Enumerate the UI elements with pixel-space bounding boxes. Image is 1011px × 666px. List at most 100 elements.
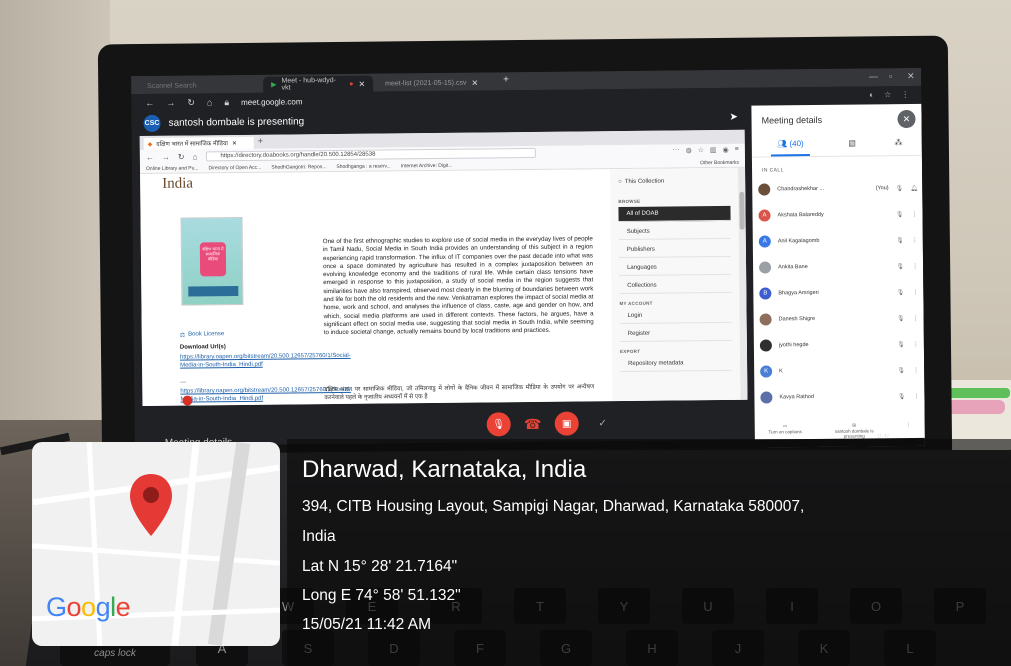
tab-people[interactable]: 👥︎ (40) bbox=[771, 139, 810, 157]
menu-dots-icon[interactable]: ⋮ bbox=[901, 90, 909, 99]
participant-more-icon[interactable]: ⋮ bbox=[911, 262, 919, 269]
close-window-icon[interactable]: ✕ bbox=[907, 71, 915, 82]
map-thumbnail[interactable]: Google bbox=[32, 442, 280, 646]
new-tab-icon[interactable]: + bbox=[258, 136, 263, 146]
participant-mic-off-icon: 🎙︎ bbox=[897, 393, 906, 400]
participant-row[interactable]: B Bhagya Amrigeri 🎙︎ ⋮ bbox=[759, 284, 919, 302]
forward-arrow-icon[interactable]: → bbox=[162, 152, 170, 161]
reload-icon[interactable]: ↻ bbox=[178, 152, 185, 161]
other-bookmarks[interactable]: Other Bookmarks bbox=[700, 159, 745, 165]
map-road bbox=[32, 543, 280, 566]
close-panel-button[interactable]: ✕ bbox=[897, 109, 916, 129]
back-arrow-icon[interactable]: ← bbox=[146, 152, 154, 161]
pin-icon[interactable]: 🔔︎ bbox=[910, 184, 918, 191]
participant-more-icon[interactable]: ⋮ bbox=[911, 236, 919, 243]
participant-more-icon[interactable]: ⋮ bbox=[912, 392, 920, 399]
sidebar-item-login[interactable]: Login bbox=[619, 307, 732, 325]
chrome-tab-csv[interactable]: meet-list (2021-05-15).csv ✕ bbox=[377, 74, 497, 91]
firefox-url-bar[interactable]: https://directory.doabooks.org/handle/20… bbox=[205, 147, 536, 162]
end-call-button[interactable]: ☎︎ bbox=[521, 412, 545, 436]
page-scrollbar-thumb[interactable] bbox=[739, 191, 745, 230]
mouse-cursor-icon: ➤ bbox=[729, 111, 738, 123]
extension-icon[interactable]: ◐ bbox=[869, 90, 874, 99]
geotag-place: Dharwad, Karnataka, India bbox=[302, 456, 587, 483]
chrome-tab-search[interactable]: Scannel Search bbox=[139, 77, 259, 94]
participant-more-icon[interactable]: ⋮ bbox=[912, 340, 920, 347]
tab-chat[interactable]: ▤ bbox=[848, 139, 856, 156]
book-license-link[interactable]: ⚖ Book License bbox=[180, 331, 224, 338]
sidebar-item-publishers[interactable]: Publishers bbox=[618, 241, 731, 259]
chrome-url[interactable]: meet.google.com bbox=[241, 97, 302, 107]
home-icon[interactable]: ⌂ bbox=[193, 152, 198, 161]
participant-row[interactable]: A Anil Kagalagomb 🎙︎ ⋮ bbox=[758, 232, 919, 250]
book-cover-title: दक्षिण भारत में सामाजिक मीडिया bbox=[202, 246, 224, 262]
download-link[interactable]: https://library.oapen.org/bitstream/20.5… bbox=[180, 386, 351, 403]
export-heading: EXPORT bbox=[619, 348, 641, 355]
present-check-button[interactable]: ✓ bbox=[591, 411, 615, 435]
participant-more-icon[interactable]: ⋮ bbox=[912, 366, 920, 373]
this-collection-radio[interactable]: ○ This Collection bbox=[618, 179, 664, 185]
participant-row[interactable]: jyothi hegde 🎙︎ ⋮ bbox=[759, 336, 920, 354]
participant-mic-off-icon: 🎙︎ bbox=[897, 341, 905, 348]
pocket-icon[interactable]: ◍ bbox=[686, 146, 692, 154]
chrome-extension-icons: ◐ ☆ ⋮ bbox=[869, 90, 909, 99]
close-icon: ✕ bbox=[902, 113, 911, 124]
bookmark-item[interactable]: Shodhganga : a reserv... bbox=[336, 163, 390, 170]
library-icon[interactable]: ▥ bbox=[710, 146, 717, 154]
participant-avatar: A bbox=[758, 209, 771, 222]
sidebar-item-subjects[interactable]: Subjects bbox=[618, 223, 731, 241]
mic-off-button[interactable]: 🎙︎ bbox=[486, 412, 511, 437]
participant-more-icon[interactable]: ⋮ bbox=[911, 288, 919, 295]
geotag-datetime: 15/05/21 11:42 AM bbox=[302, 616, 431, 633]
sidebar-item-repository-metadata[interactable]: Repository metadata bbox=[620, 355, 733, 373]
close-tab-icon[interactable]: ✕ bbox=[232, 140, 237, 147]
star-icon[interactable]: ☆ bbox=[884, 90, 891, 99]
sidebar-item-collections[interactable]: Collections bbox=[619, 277, 732, 295]
sidebar-item-register[interactable]: Register bbox=[619, 325, 732, 343]
camera-off-button[interactable]: ▣ bbox=[554, 411, 579, 436]
presenter-avatar: CSC bbox=[143, 114, 161, 132]
sidebar-item-all-doab[interactable]: All of DOAB bbox=[618, 205, 731, 223]
maximize-icon[interactable]: ▫ bbox=[889, 71, 892, 81]
tab-activities[interactable]: ⁂ bbox=[894, 138, 902, 155]
minimize-icon[interactable]: — bbox=[869, 71, 878, 81]
participant-row[interactable]: Danesh Shigre 🎙︎ ⋮ bbox=[759, 310, 920, 328]
sidebar-item-languages[interactable]: Languages bbox=[619, 259, 732, 277]
close-tab-icon[interactable]: ✕ bbox=[358, 79, 365, 88]
participant-row[interactable]: Chandrashekhar ... (You) 🎙︎ 🔔︎ bbox=[758, 180, 918, 198]
hangup-icon: ☎︎ bbox=[523, 415, 542, 432]
google-map-logo: Google bbox=[46, 592, 131, 622]
participant-row[interactable]: K K 🎙︎ ⋮ bbox=[760, 362, 920, 380]
participant-avatar bbox=[760, 391, 773, 404]
book-cover-base bbox=[188, 286, 239, 297]
overflow-dots-icon[interactable]: ··· bbox=[673, 146, 680, 154]
hamburger-menu-icon[interactable]: ≡ bbox=[735, 146, 739, 154]
participant-avatar bbox=[758, 183, 771, 196]
forward-arrow-icon[interactable]: → bbox=[166, 98, 175, 108]
bookmark-star-icon[interactable]: ☆ bbox=[698, 146, 704, 154]
book-cover[interactable]: दक्षिण भारत में सामाजिक मीडिया bbox=[180, 216, 244, 306]
new-tab-icon[interactable]: + bbox=[503, 74, 509, 85]
reload-icon[interactable]: ↻ bbox=[187, 97, 195, 108]
download-link[interactable]: https://library.oapen.org/bitstream/20.5… bbox=[180, 352, 351, 369]
home-icon[interactable]: ⌂ bbox=[207, 97, 213, 107]
close-tab-icon[interactable]: ✕ bbox=[471, 78, 478, 87]
bookmark-item[interactable]: ShodhGangotri: Repos... bbox=[271, 164, 326, 171]
chrome-tab-meet[interactable]: ▶ Meet - hub-wdyd-vkt ● ✕ bbox=[263, 75, 374, 93]
participant-more-icon[interactable]: ⋮ bbox=[912, 314, 920, 321]
bookmark-item[interactable]: Online Library and Pu... bbox=[146, 165, 199, 172]
bookmark-item[interactable]: Directory of Open Acc... bbox=[209, 164, 262, 171]
details-panel-title: Meeting details bbox=[761, 114, 823, 126]
browse-heading: BROWSE bbox=[618, 198, 641, 205]
bookmark-item[interactable]: Internet Archive: Digit... bbox=[401, 162, 453, 169]
participant-more-icon[interactable]: ⋮ bbox=[910, 210, 918, 217]
extension-icon[interactable]: ◉ bbox=[723, 146, 729, 154]
participant-avatar bbox=[759, 261, 772, 274]
presenting-label: santosh dombale is presenting bbox=[834, 428, 874, 439]
participant-row[interactable]: Kavya Rathod 🎙︎ ⋮ bbox=[760, 388, 920, 406]
geotag-address: 394, CITB Housing Layout, Sampigi Nagar,… bbox=[302, 498, 805, 515]
participant-row[interactable]: Ankita Bane 🎙︎ ⋮ bbox=[759, 258, 919, 276]
back-arrow-icon[interactable]: ← bbox=[145, 98, 154, 108]
participant-row[interactable]: A Akshata Balareddy 🎙︎ ⋮ bbox=[758, 206, 918, 224]
presenter-text: santosh dombale is presenting bbox=[168, 115, 305, 129]
